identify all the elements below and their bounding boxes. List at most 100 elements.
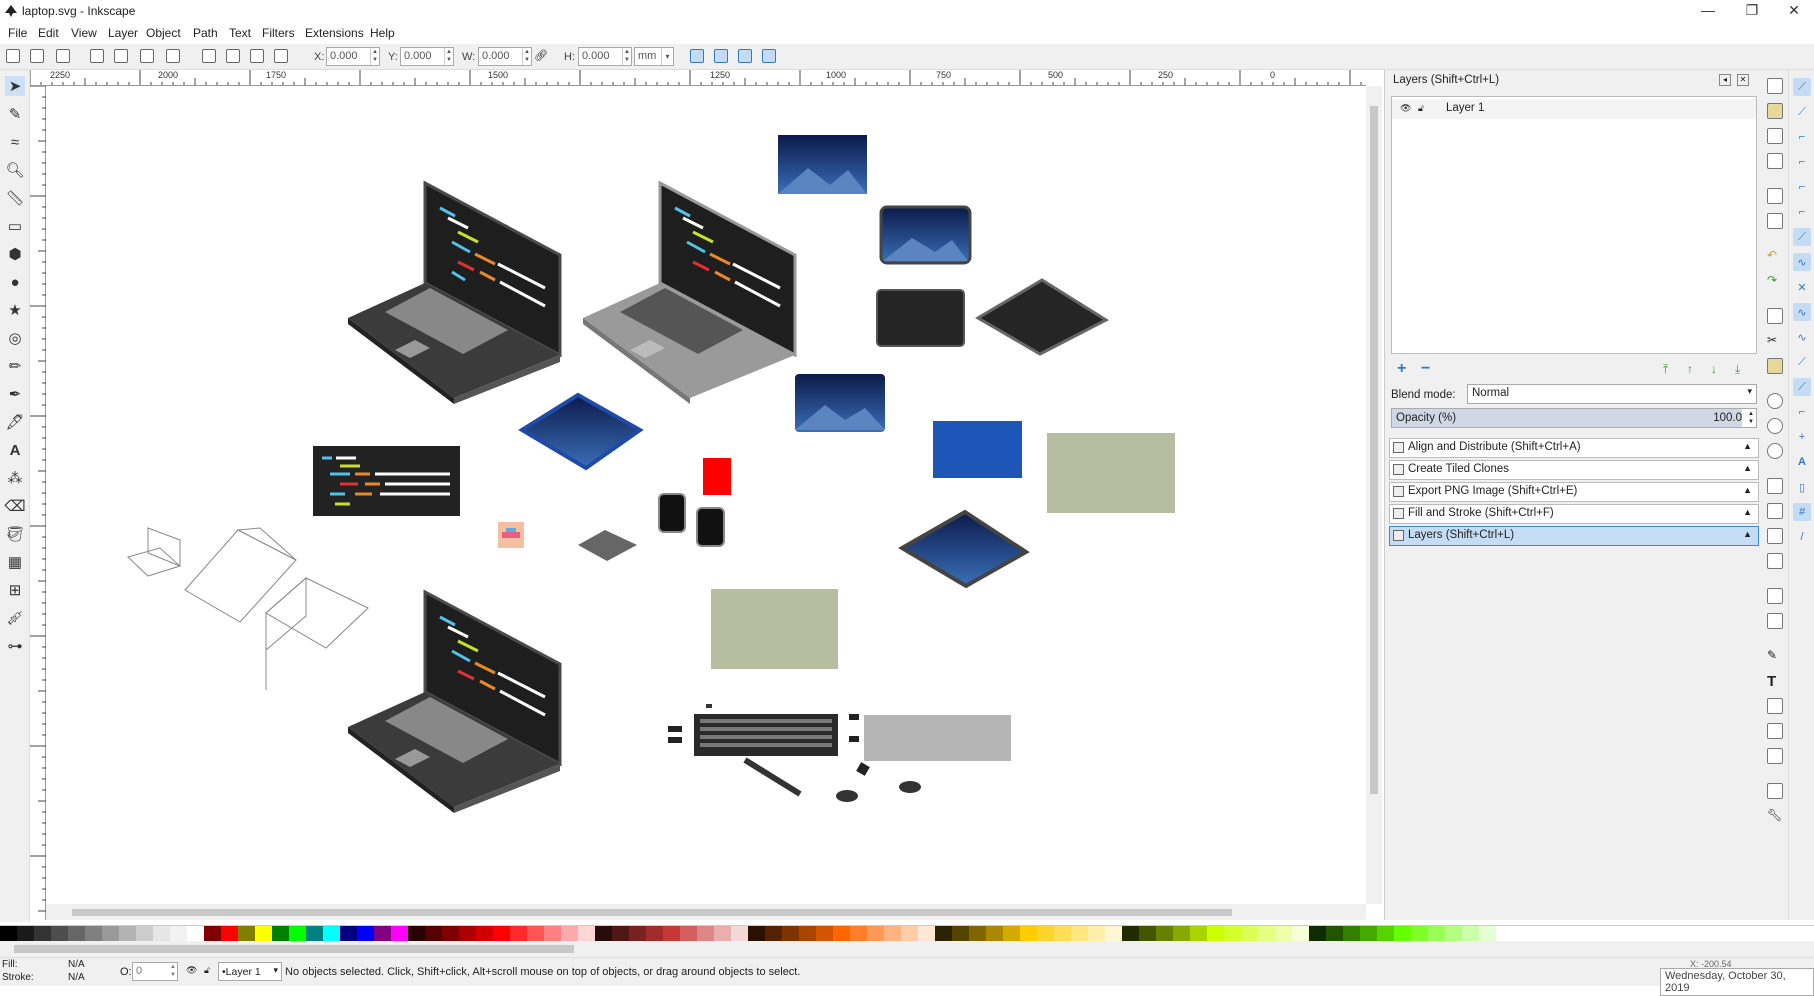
palette-swatch[interactable]: [765, 926, 782, 941]
scroll-thumb[interactable]: [14, 945, 574, 953]
menu-view[interactable]: View: [71, 26, 97, 40]
palette-swatch[interactable]: [272, 926, 289, 941]
spray-tool-icon[interactable]: ⁂: [5, 468, 25, 488]
palette-swatch[interactable]: [1241, 926, 1258, 941]
palette-swatch[interactable]: [459, 926, 476, 941]
snap-bbox-centers-icon[interactable]: ⌐: [1793, 203, 1811, 221]
palette-swatch[interactable]: [952, 926, 969, 941]
palette-swatch[interactable]: [68, 926, 85, 941]
layer-name[interactable]: Layer 1: [1446, 102, 1484, 114]
snap-cusp-nodes-icon[interactable]: ∿: [1793, 303, 1811, 321]
fill-value[interactable]: N/A: [68, 959, 85, 970]
text-tool-icon[interactable]: A: [5, 440, 25, 460]
snap-nodes-icon[interactable]: ⟋: [1793, 228, 1811, 246]
palette-swatch[interactable]: [1173, 926, 1190, 941]
palette-swatch[interactable]: [1377, 926, 1394, 941]
duplicate-icon[interactable]: [1767, 478, 1783, 494]
snap-rotation-centers-icon[interactable]: +: [1793, 428, 1811, 446]
eraser-tool-icon[interactable]: ⌫: [4, 496, 25, 516]
lower-layer-to-bottom-icon[interactable]: ⤓: [1735, 362, 1740, 377]
palette-swatch[interactable]: [306, 926, 323, 941]
palette-swatch[interactable]: [680, 926, 697, 941]
palette-swatch[interactable]: [374, 926, 391, 941]
palette-swatch[interactable]: [170, 926, 187, 941]
palette-swatch[interactable]: [1054, 926, 1071, 941]
raise-to-top-icon[interactable]: [274, 49, 288, 63]
wireframe-laptops[interactable]: [127, 527, 369, 690]
maximize-button[interactable]: ❐: [1730, 0, 1774, 22]
palette-swatch[interactable]: [612, 926, 629, 941]
palette-swatch[interactable]: [510, 926, 527, 941]
palette-swatch[interactable]: [833, 926, 850, 941]
snap-bbox-corners-icon[interactable]: ⌐: [1793, 153, 1811, 171]
palette-swatch[interactable]: [561, 926, 578, 941]
palette-swatch[interactable]: [1326, 926, 1343, 941]
vertical-scrollbar[interactable]: [1366, 86, 1382, 904]
night-sky-image[interactable]: [795, 374, 885, 432]
palette-swatch[interactable]: [408, 926, 425, 941]
palette-swatch[interactable]: [901, 926, 918, 941]
palette-swatch[interactable]: [289, 926, 306, 941]
copy-icon[interactable]: [1767, 308, 1783, 324]
palette-swatch[interactable]: [663, 926, 680, 941]
spiral-tool-icon[interactable]: ◎: [5, 328, 25, 348]
paint-bucket-tool-icon[interactable]: 🪣︎: [5, 524, 25, 544]
menu-path[interactable]: Path: [193, 26, 218, 40]
rotate-cw-icon[interactable]: [114, 49, 128, 63]
palette-swatch[interactable]: [527, 926, 544, 941]
palette-swatch[interactable]: [323, 926, 340, 941]
blue-rectangle[interactable]: [933, 421, 1022, 478]
night-sky-image[interactable]: [879, 205, 972, 265]
night-sky-image[interactable]: [778, 135, 867, 194]
palette-swatch[interactable]: [1224, 926, 1241, 941]
flip-vertical-icon[interactable]: [166, 49, 180, 63]
palette-swatch[interactable]: [969, 926, 986, 941]
palette-swatch[interactable]: [136, 926, 153, 941]
raise-icon[interactable]: [250, 49, 264, 63]
snap-grids-icon[interactable]: #: [1793, 503, 1811, 521]
palette-swatch[interactable]: [1139, 926, 1156, 941]
phone-shape[interactable]: [658, 493, 686, 533]
menu-extensions[interactable]: Extensions: [305, 26, 364, 40]
current-layer-select[interactable]: •Layer 1 ▾: [218, 962, 282, 981]
remove-layer-icon[interactable]: −: [1421, 360, 1430, 378]
palette-swatch[interactable]: [1309, 926, 1326, 941]
lower-layer-icon[interactable]: ↓: [1711, 362, 1717, 376]
laptop-illustration[interactable]: [348, 180, 562, 404]
xml-editor-icon[interactable]: ✎: [1767, 648, 1783, 664]
star-tool-icon[interactable]: ★: [5, 300, 25, 320]
unit-select[interactable]: mm ▾: [634, 47, 674, 66]
palette-swatch[interactable]: [1207, 926, 1224, 941]
snap-guides-icon[interactable]: /: [1793, 528, 1811, 546]
layer-row[interactable]: 👁︎ 🔓︎ Layer 1: [1392, 99, 1756, 119]
palette-swatch[interactable]: [1411, 926, 1428, 941]
dark-screen-tilted[interactable]: [975, 278, 1110, 356]
palette-swatch[interactable]: [884, 926, 901, 941]
eye-icon[interactable]: 👁︎: [186, 965, 197, 976]
deselect-icon[interactable]: [56, 49, 70, 63]
snap-line-midpoints-icon[interactable]: ⟋: [1793, 353, 1811, 371]
palette-swatch[interactable]: [629, 926, 646, 941]
gray-rectangle[interactable]: [864, 715, 1011, 761]
palette-swatch[interactable]: [918, 926, 935, 941]
minimize-button[interactable]: —: [1686, 0, 1730, 22]
preferences-icon[interactable]: 🔧︎: [1767, 808, 1783, 824]
measure-tool-icon[interactable]: 📏︎: [5, 188, 25, 208]
sage-rectangle[interactable]: [1047, 433, 1175, 513]
code-screen[interactable]: [313, 446, 460, 516]
pencil-tool-icon[interactable]: ✏︎: [5, 356, 25, 376]
palette-swatch[interactable]: [748, 926, 765, 941]
palette-swatch[interactable]: [1394, 926, 1411, 941]
horizontal-scrollbar[interactable]: [46, 904, 1366, 920]
gradient-tool-icon[interactable]: ▦: [5, 552, 25, 572]
y-field[interactable]: 0.000 ▲ ▼: [400, 47, 454, 66]
raise-layer-icon[interactable]: ↑: [1687, 362, 1693, 376]
print-icon[interactable]: [1767, 153, 1783, 169]
redo-icon[interactable]: ↷: [1767, 273, 1783, 289]
rotate-ccw-icon[interactable]: [90, 49, 104, 63]
menu-filters[interactable]: Filters: [262, 26, 295, 40]
panel-iconify-button[interactable]: ◂: [1719, 74, 1731, 86]
palette-swatch[interactable]: [357, 926, 374, 941]
palette-swatch[interactable]: [153, 926, 170, 941]
palette-swatch[interactable]: [255, 926, 272, 941]
